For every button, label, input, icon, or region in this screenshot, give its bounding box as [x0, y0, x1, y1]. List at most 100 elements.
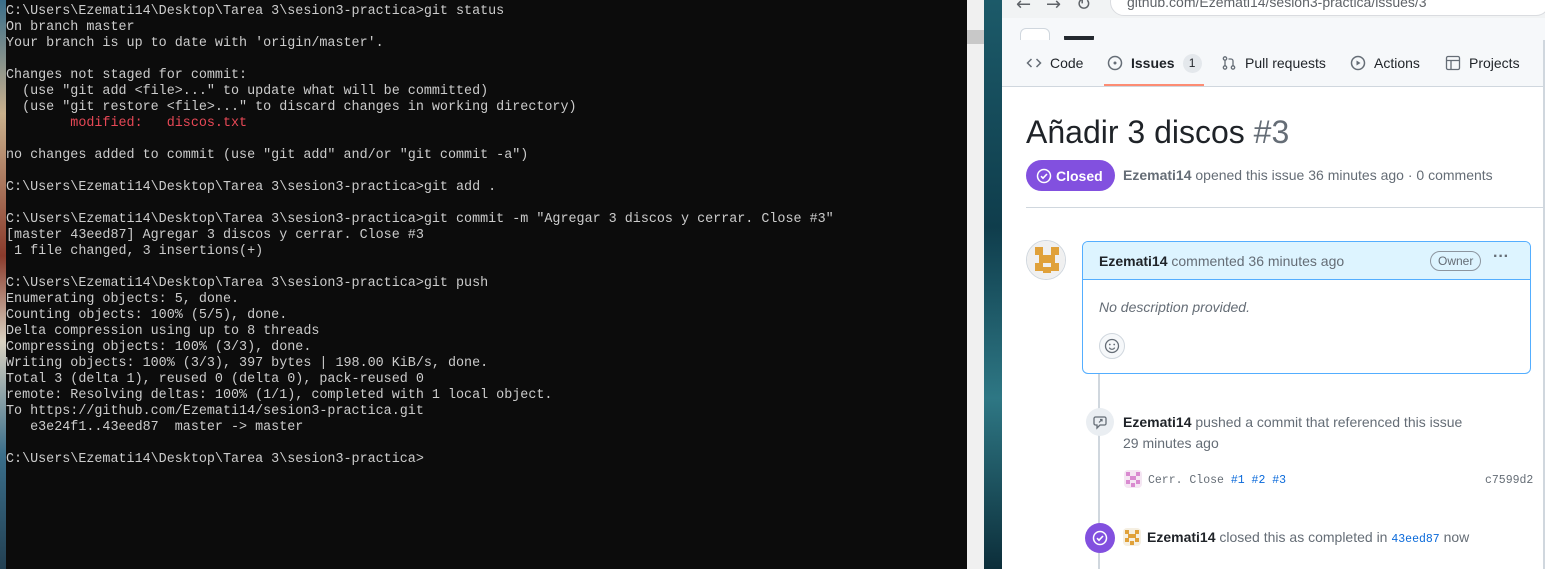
closed-sha-link[interactable]: 43eed87 — [1391, 533, 1439, 546]
header-divider — [1026, 207, 1545, 208]
smiley-icon — [1104, 338, 1120, 354]
terminal-window[interactable]: C:\Users\Ezemati14\Desktop\Tarea 3\sesio… — [0, 0, 967, 569]
cross-reference-icon — [1093, 416, 1107, 430]
back-icon[interactable]: ← — [1016, 0, 1031, 15]
status-badge: Closed — [1026, 160, 1115, 191]
identicon-icon — [1124, 470, 1142, 488]
terminal-line: (use "git add <file>..." to update what … — [6, 84, 489, 99]
comment-action[interactable]: commented 36 minutes ago — [1171, 253, 1344, 269]
terminal-line: To https://github.com/Ezemati14/sesion3-… — [6, 404, 424, 419]
tab-label: Issues — [1131, 55, 1175, 71]
tab-issues[interactable]: Issues 1 — [1107, 40, 1202, 86]
terminal-line: C:\Users\Ezemati14\Desktop\Tarea 3\sesio… — [6, 180, 497, 195]
reload-icon[interactable]: ↻ — [1076, 0, 1091, 15]
active-tab-underline — [1104, 84, 1204, 86]
status-label: Closed — [1056, 167, 1103, 184]
terminal-line: remote: Resolving deltas: 100% (1/1), co… — [6, 388, 553, 403]
terminal-line: [master 43eed87] Agregar 3 discos y cerr… — [6, 228, 424, 243]
closed-event-icon — [1085, 523, 1115, 553]
avatar[interactable] — [1026, 240, 1066, 280]
issue-closed-icon — [1036, 168, 1052, 183]
commit-message: Cerr. Close #1 #2 #3 — [1148, 474, 1286, 487]
issue-closed-icon — [1092, 530, 1108, 546]
issue-opened-icon — [1107, 55, 1123, 71]
tab-label: Projects — [1469, 55, 1520, 71]
tab-pull-requests[interactable]: Pull requests — [1221, 40, 1326, 86]
issue-author-link[interactable]: Ezemati14 — [1123, 167, 1191, 183]
comment-body: No description provided. — [1099, 299, 1250, 315]
identicon-icon — [1123, 528, 1141, 546]
terminal-line: no changes added to commit (use "git add… — [6, 148, 529, 163]
terminal-line: C:\Users\Ezemati14\Desktop\Tarea 3\sesio… — [6, 212, 834, 227]
closed-avatar[interactable] — [1123, 528, 1141, 546]
issue-ref-link[interactable]: #2 — [1252, 474, 1266, 487]
terminal-line: Your branch is up to date with 'origin/m… — [6, 36, 384, 51]
closed-event-time[interactable]: now — [1444, 529, 1470, 545]
terminal-line: Enumerating objects: 5, done. — [6, 292, 240, 307]
issue-title: Añadir 3 discos #3 — [1026, 114, 1289, 151]
closed-author-link[interactable]: Ezemati14 — [1147, 529, 1215, 545]
push-event: Ezemati14 pushed a commit that reference… — [1123, 414, 1462, 430]
url-text: github.com/Ezemati14/sesion3-practica/is… — [1127, 0, 1427, 10]
terminal-line: e3e24f1..43eed87 master -> master — [6, 420, 304, 435]
terminal-scrollbar[interactable] — [967, 0, 984, 569]
desktop-wallpaper — [984, 0, 1002, 569]
tab-label: Code — [1050, 55, 1084, 71]
terminal-line: Changes not staged for commit: — [6, 68, 248, 83]
closed-event-text: closed this as completed in — [1219, 529, 1388, 545]
git-pull-request-icon — [1222, 56, 1236, 70]
terminal-line: modified: discos.txt — [6, 116, 248, 131]
tab-projects[interactable]: Projects — [1445, 40, 1520, 86]
issue-ref-link[interactable]: #1 — [1231, 474, 1245, 487]
browser-window: ← → ↻ github.com/Ezemati14/sesion3-pract… — [1002, 0, 1545, 569]
tab-code[interactable]: Code — [1026, 40, 1083, 86]
terminal-output[interactable]: C:\Users\Ezemati14\Desktop\Tarea 3\sesio… — [6, 4, 964, 468]
terminal-line: C:\Users\Ezemati14\Desktop\Tarea 3\sesio… — [6, 276, 489, 291]
play-icon — [1350, 55, 1366, 71]
forward-icon[interactable]: → — [1046, 0, 1061, 15]
commit-message-text[interactable]: Cerr. Close — [1148, 474, 1224, 487]
terminal-line: 1 file changed, 3 insertions(+) — [6, 244, 264, 259]
browser-toolbar: ← → ↻ github.com/Ezemati14/sesion3-pract… — [1002, 0, 1545, 18]
add-reaction-button[interactable] — [1099, 333, 1125, 359]
terminal-line: Counting objects: 100% (5/5), done. — [6, 308, 288, 323]
comment-author-link[interactable]: Ezemati14 — [1099, 253, 1167, 269]
tab-label: Pull requests — [1245, 55, 1326, 71]
commit-avatar[interactable] — [1124, 470, 1142, 488]
push-event-text: pushed a commit that referenced this iss… — [1195, 414, 1463, 430]
terminal-line: (use "git restore <file>..." to discard … — [6, 100, 577, 115]
terminal-scroll-thumb[interactable] — [967, 30, 984, 44]
terminal-line: C:\Users\Ezemati14\Desktop\Tarea 3\sesio… — [6, 452, 424, 467]
identicon-icon — [1027, 241, 1065, 279]
timeline-event-icon — [1086, 408, 1114, 436]
comment-author: Ezemati14 commented 36 minutes ago — [1099, 253, 1344, 269]
terminal-line: C:\Users\Ezemati14\Desktop\Tarea 3\sesio… — [6, 4, 505, 19]
issue-meta: Ezemati14 opened this issue 36 minutes a… — [1123, 167, 1493, 183]
terminal-line: Compressing objects: 100% (3/3), done. — [6, 340, 312, 355]
repo-tabs: Code Issues 1 Pull requests Actions Proj… — [1002, 40, 1545, 87]
issue-meta-text: opened this issue 36 minutes ago · 0 com… — [1195, 167, 1493, 183]
closed-event: Ezemati14 closed this as completed in 43… — [1147, 529, 1469, 546]
table-icon — [1445, 55, 1461, 71]
issue-ref-link[interactable]: #3 — [1272, 474, 1286, 487]
comment-header: Ezemati14 commented 36 minutes ago Owner… — [1083, 242, 1530, 280]
repo-header — [1002, 18, 1545, 50]
terminal-line: Delta compression using up to 8 threads — [6, 324, 320, 339]
terminal-line: Total 3 (delta 1), reused 0 (delta 0), p… — [6, 372, 424, 387]
tab-actions[interactable]: Actions — [1350, 40, 1420, 86]
terminal-line: On branch master — [6, 20, 135, 35]
push-author-link[interactable]: Ezemati14 — [1123, 414, 1191, 430]
push-event-time[interactable]: 29 minutes ago — [1123, 435, 1219, 451]
commit-sha-link[interactable]: c7599d2 — [1485, 474, 1533, 487]
owner-badge: Owner — [1430, 251, 1482, 271]
tab-label: Actions — [1374, 55, 1420, 71]
issue-title-text: Añadir 3 discos — [1026, 114, 1245, 150]
kebab-menu-icon[interactable]: ··· — [1493, 248, 1509, 266]
address-bar[interactable]: github.com/Ezemati14/sesion3-practica/is… — [1110, 0, 1545, 16]
code-icon — [1026, 58, 1042, 68]
